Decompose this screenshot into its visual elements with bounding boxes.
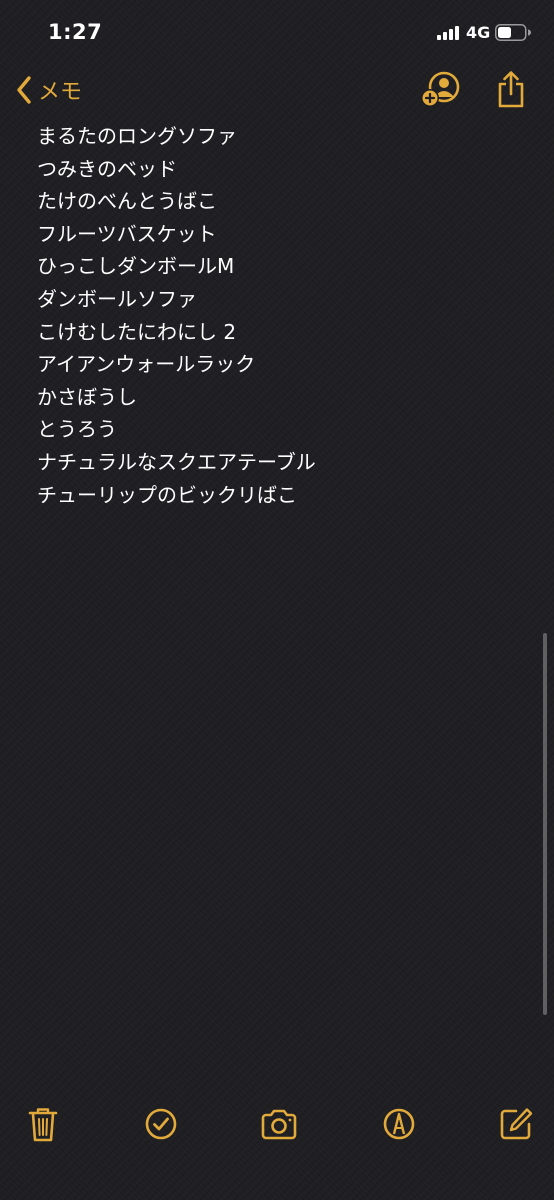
compose-icon: [500, 1108, 533, 1140]
status-bar: 1:27 4G: [0, 0, 554, 64]
scroll-indicator[interactable]: [543, 633, 547, 1015]
note-line: アイアンウォールラック: [37, 352, 256, 377]
share-button[interactable]: [494, 68, 528, 110]
camera-icon: [261, 1109, 297, 1140]
camera-button[interactable]: [259, 1104, 299, 1144]
note-line: たけのべんとうばこ: [37, 189, 217, 214]
note-line: フルーツバスケット: [37, 221, 217, 246]
delete-button[interactable]: [23, 1104, 63, 1144]
share-icon: [498, 71, 524, 108]
network-type: 4G: [466, 23, 491, 42]
checklist-button[interactable]: [141, 1104, 181, 1144]
add-people-button[interactable]: [420, 70, 462, 110]
note-line: かさぼうし: [37, 384, 137, 409]
note-body[interactable]: まるたのロングソファ つみきのベッド たけのべんとうばこ フルーツバスケット ひ…: [37, 120, 517, 511]
back-button-label: メモ: [38, 80, 83, 105]
add-person-icon: [421, 71, 460, 107]
compose-button[interactable]: [496, 1104, 536, 1144]
note-line: つみきのベッド: [37, 156, 177, 181]
notes-screen: 1:27 4G メモ まるたのロングソファ つみきのベッド たけのべんとうばこ …: [0, 0, 554, 1200]
markup-button[interactable]: [379, 1104, 419, 1144]
note-line: まるたのロングソファ: [37, 124, 237, 148]
battery-icon: [495, 24, 531, 41]
home-indicator: [138, 1183, 416, 1189]
note-line: こけむしたにわにし 2: [37, 319, 237, 344]
note-line: ダンボールソファ: [37, 286, 197, 311]
checklist-icon: [145, 1108, 177, 1140]
note-line: ナチュラルなスクエアテーブル: [37, 449, 316, 474]
note-line: ひっこしダンボールM: [37, 254, 235, 279]
cellular-signal-icon: [437, 26, 459, 40]
note-line: チューリップのビックリばこ: [37, 482, 297, 507]
trash-icon: [28, 1108, 58, 1142]
status-time: 1:27: [48, 20, 103, 44]
back-button[interactable]: メモ: [14, 70, 82, 110]
chevron-left-icon: [17, 76, 31, 104]
note-line: とうろう: [37, 417, 117, 442]
markup-pen-icon: [383, 1108, 415, 1140]
